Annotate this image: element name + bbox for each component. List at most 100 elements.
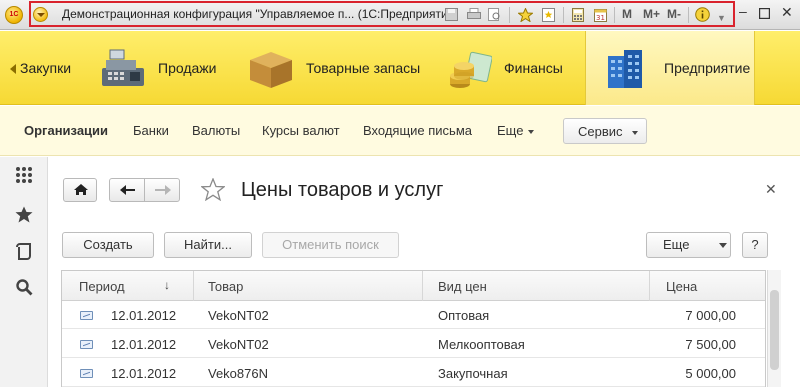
home-button[interactable]: [63, 178, 97, 202]
back-button[interactable]: [109, 178, 145, 202]
sections-panel: Закупки Продажи Товарные запасы Финансы …: [0, 31, 800, 105]
section-label: Закупки: [20, 60, 72, 76]
cell-period: 12.01.2012: [111, 337, 177, 352]
service-button[interactable]: Сервис: [563, 118, 647, 144]
column-divider[interactable]: [649, 271, 650, 301]
func-more-label: Еще: [497, 123, 524, 138]
column-header-price-type[interactable]: Вид цен: [438, 279, 487, 294]
chevron-down-icon: [631, 130, 638, 135]
more-actions-button[interactable]: Еще: [646, 232, 731, 258]
cash-register-icon: [98, 46, 146, 90]
svg-text:31: 31: [596, 14, 605, 22]
table-row[interactable]: 12.01.2012 VekoNT02 Мелкооптовая 7 500,0…: [62, 330, 765, 358]
record-icon: [80, 369, 93, 378]
memory-m-button[interactable]: M: [622, 7, 632, 21]
minimize-button[interactable]: –: [739, 3, 747, 19]
section-label: Товарные запасы: [306, 60, 421, 76]
apps-grid-icon[interactable]: [14, 165, 34, 185]
toolbar-separator: [509, 7, 510, 23]
create-button[interactable]: Создать: [62, 232, 154, 258]
find-button[interactable]: Найти...: [164, 232, 252, 258]
memory-m-minus-button[interactable]: M-: [667, 7, 681, 21]
cell-price-type: Оптовая: [438, 308, 490, 323]
search-icon[interactable]: [14, 277, 34, 297]
column-header-price[interactable]: Цена: [666, 279, 697, 294]
save-icon[interactable]: [444, 7, 459, 22]
chevron-down-icon: [528, 129, 535, 134]
cell-product: Veko876N: [208, 366, 268, 381]
cancel-search-button[interactable]: Отменить поиск: [262, 232, 399, 258]
section-sales[interactable]: Продажи: [98, 31, 216, 105]
window-title: Демонстрационная конфигурация "Управляем…: [62, 7, 459, 21]
maximize-button[interactable]: [758, 6, 771, 22]
func-banks[interactable]: Банки: [133, 123, 169, 138]
column-divider[interactable]: [193, 271, 194, 301]
cell-price-type: Закупочная: [438, 366, 508, 381]
more-actions-label: Еще: [663, 237, 690, 252]
calendar-icon[interactable]: 31: [593, 7, 608, 22]
price-list-form: Цены товаров и услуг ✕ Создать Найти... …: [49, 157, 800, 387]
favorites-star-icon[interactable]: [14, 204, 34, 224]
section-purchases[interactable]: Закупки: [20, 31, 71, 105]
section-finance[interactable]: Финансы: [448, 31, 563, 105]
main-menu-button[interactable]: [33, 7, 48, 22]
section-enterprise[interactable]: Предприятие: [585, 31, 755, 105]
record-icon: [80, 311, 93, 320]
sections-scroll-left-icon[interactable]: [10, 64, 16, 74]
enterprise-building-icon: [602, 46, 648, 90]
func-more-menu[interactable]: Еще: [497, 123, 535, 138]
prices-table: Период ↓ Товар Вид цен Цена 12.01.2012 V…: [61, 270, 766, 387]
print-icon[interactable]: [466, 7, 481, 22]
window-title-bar: 1С Демонстрационная конфигурация "Управл…: [0, 0, 800, 30]
table-row[interactable]: 12.01.2012 VekoNT02 Оптовая 7 000,00: [62, 301, 765, 329]
toolbar-separator: [614, 7, 615, 23]
calculator-icon[interactable]: [570, 7, 585, 22]
record-icon: [80, 340, 93, 349]
section-label: Продажи: [158, 60, 217, 76]
cell-price: 7 000,00: [685, 308, 736, 323]
func-organizations[interactable]: Организации: [24, 123, 108, 138]
info-icon[interactable]: [695, 7, 710, 22]
cell-price: 5 000,00: [685, 366, 736, 381]
tools-panel: [0, 157, 48, 387]
cell-price-type: Мелкооптовая: [438, 337, 525, 352]
box-icon: [246, 46, 294, 90]
chevron-down-icon[interactable]: ▼: [714, 10, 729, 25]
section-inventory[interactable]: Товарные запасы: [246, 31, 420, 105]
help-button[interactable]: ?: [742, 232, 768, 258]
table-header: Период ↓ Товар Вид цен Цена: [62, 271, 765, 301]
coins-icon: [448, 46, 493, 90]
column-divider[interactable]: [422, 271, 423, 301]
app-logo-icon[interactable]: 1С: [5, 6, 23, 24]
close-form-icon[interactable]: ✕: [765, 181, 777, 198]
cell-period: 12.01.2012: [111, 366, 177, 381]
memory-m-plus-button[interactable]: M+: [643, 7, 660, 21]
cell-period: 12.01.2012: [111, 308, 177, 323]
form-title: Цены товаров и услуг: [241, 179, 444, 201]
forward-button[interactable]: [144, 178, 180, 202]
cell-price: 7 500,00: [685, 337, 736, 352]
column-header-product[interactable]: Товар: [208, 279, 243, 294]
func-currencies[interactable]: Валюты: [192, 123, 240, 138]
cell-product: VekoNT02: [208, 308, 269, 323]
section-label: Предприятие: [664, 60, 751, 76]
history-icon[interactable]: [14, 241, 34, 261]
sort-desc-icon[interactable]: ↓: [164, 278, 170, 292]
section-label: Финансы: [504, 60, 563, 76]
table-row[interactable]: 12.01.2012 Veko876N Закупочная 5 000,00: [62, 359, 765, 387]
chevron-down-icon: [719, 243, 727, 248]
preview-icon[interactable]: [487, 7, 502, 22]
favorites-star-icon[interactable]: [518, 7, 533, 22]
close-window-button[interactable]: ✕: [781, 4, 793, 21]
service-button-label: Сервис: [578, 124, 623, 139]
bookmark-icon[interactable]: [541, 7, 556, 22]
favorite-star-icon[interactable]: [200, 177, 226, 204]
table-scrollbar[interactable]: [767, 270, 781, 387]
func-incoming-letters[interactable]: Входящие письма: [363, 123, 472, 138]
func-exchange-rates[interactable]: Курсы валют: [262, 123, 340, 138]
toolbar-separator: [688, 7, 689, 23]
cell-product: VekoNT02: [208, 337, 269, 352]
toolbar-separator: [563, 7, 564, 23]
scrollbar-thumb[interactable]: [770, 290, 779, 370]
column-header-period[interactable]: Период: [79, 279, 125, 294]
